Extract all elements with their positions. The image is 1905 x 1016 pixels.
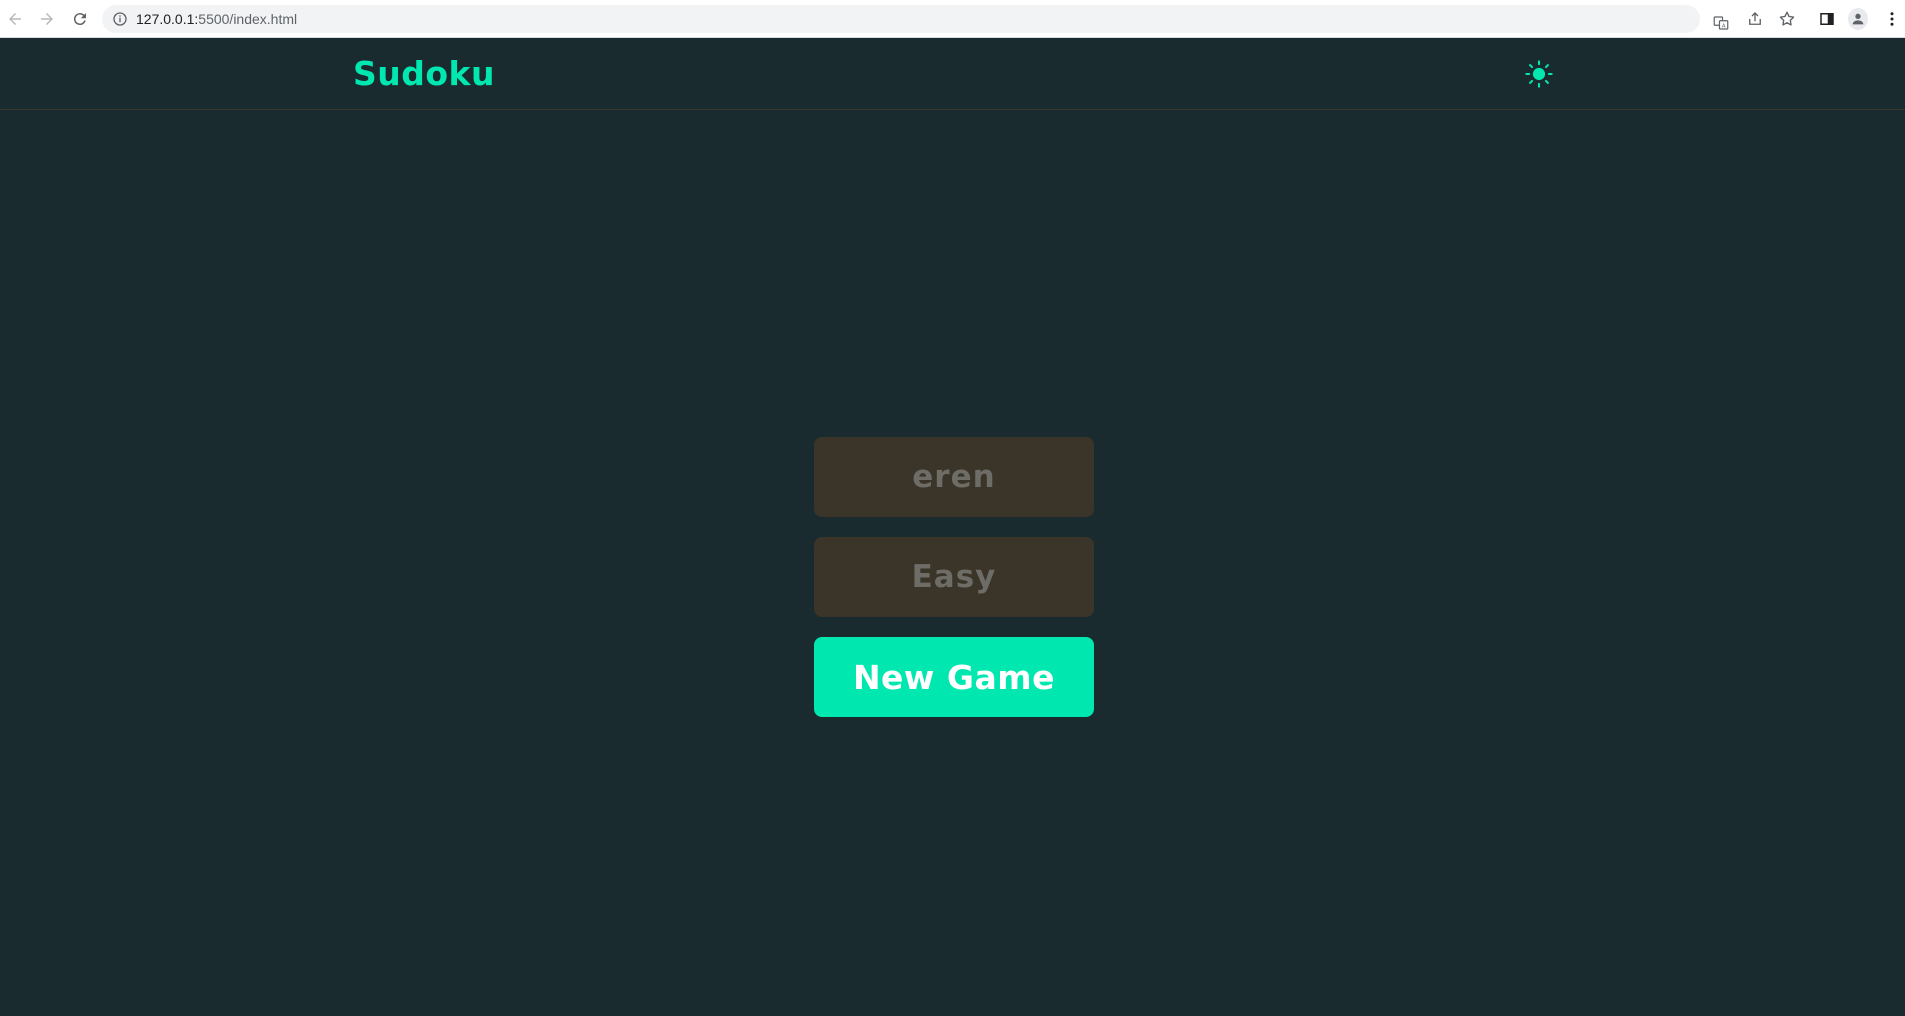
browser-toolbar: 127.0.0.1:5500/index.html A bbox=[0, 0, 1905, 38]
side-panel-icon[interactable] bbox=[1817, 9, 1837, 29]
app-logo[interactable]: Sudoku bbox=[353, 54, 495, 93]
share-icon[interactable] bbox=[1745, 9, 1765, 29]
reload-button[interactable] bbox=[69, 8, 91, 30]
new-game-button[interactable]: New Game bbox=[814, 637, 1094, 717]
start-panel: eren Easy New Game bbox=[814, 437, 1094, 717]
difficulty-select[interactable]: Easy bbox=[814, 537, 1094, 617]
avatar-icon bbox=[1848, 8, 1868, 30]
back-button[interactable] bbox=[4, 8, 26, 30]
address-bar[interactable]: 127.0.0.1:5500/index.html A bbox=[102, 5, 1729, 33]
profile-button[interactable] bbox=[1848, 8, 1868, 30]
svg-text:A: A bbox=[1722, 24, 1726, 30]
arrow-left-icon bbox=[9, 13, 21, 25]
more-menu-icon[interactable] bbox=[1882, 9, 1902, 29]
app-header: Sudoku bbox=[0, 38, 1905, 110]
url-text: 127.0.0.1:5500/index.html bbox=[136, 11, 298, 27]
player-name-input[interactable]: eren bbox=[814, 437, 1094, 517]
arrow-right-icon bbox=[41, 13, 53, 25]
reload-icon bbox=[73, 13, 86, 26]
theme-toggle-button[interactable] bbox=[1523, 58, 1555, 90]
translate-icon[interactable]: A bbox=[1712, 14, 1730, 32]
bookmark-star-icon[interactable] bbox=[1777, 9, 1797, 29]
sun-icon bbox=[1525, 60, 1553, 88]
info-icon[interactable] bbox=[112, 11, 128, 27]
forward-button[interactable] bbox=[36, 8, 58, 30]
